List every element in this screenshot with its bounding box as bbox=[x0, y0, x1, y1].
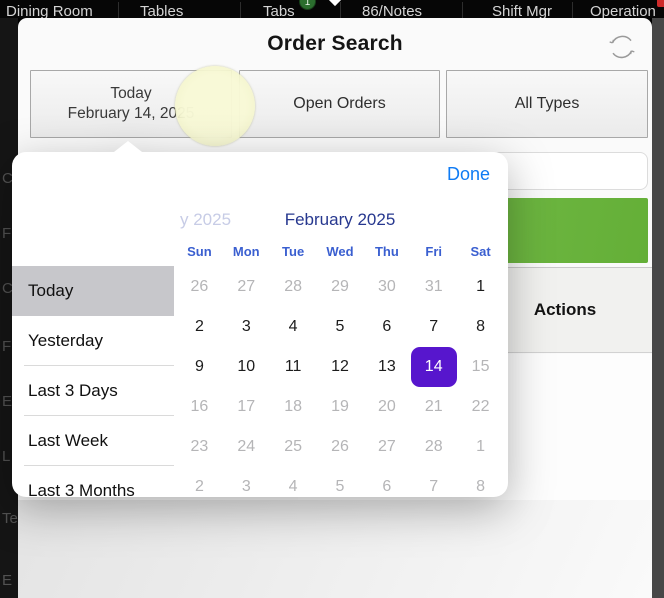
calendar-day: 27 bbox=[223, 267, 270, 307]
dialog-title: Order Search bbox=[18, 32, 652, 56]
calendar-day: 15 bbox=[457, 347, 504, 387]
date-range-line1: Today bbox=[110, 84, 151, 104]
calendar-day: 16 bbox=[176, 387, 223, 427]
calendar-day[interactable]: 8 bbox=[457, 307, 504, 347]
calendar-day: 2 bbox=[176, 467, 223, 497]
month-label: February 2025 bbox=[172, 210, 508, 229]
weekday-label: Wed bbox=[317, 242, 364, 262]
touch-indicator bbox=[175, 66, 255, 146]
nav-separator bbox=[340, 2, 341, 18]
top-nav-bar: Dining Room Tables Tabs 86/Notes Shift Mgr Op… bbox=[0, 0, 664, 18]
corner-notification-badge bbox=[657, 0, 664, 7]
calendar-day: 5 bbox=[317, 467, 364, 497]
calendar-day[interactable]: 10 bbox=[223, 347, 270, 387]
weekday-label: Sat bbox=[457, 242, 504, 262]
order-type-button[interactable]: All Types bbox=[446, 70, 648, 138]
calendar-day[interactable]: 1 bbox=[457, 267, 504, 307]
calendar-day: 22 bbox=[457, 387, 504, 427]
weekday-label: Mon bbox=[223, 242, 270, 262]
calendar-day: 8 bbox=[457, 467, 504, 497]
refresh-icon[interactable] bbox=[604, 28, 640, 64]
nav-separator bbox=[240, 2, 241, 18]
background-text-fragment: E bbox=[2, 572, 12, 589]
weekday-label: Tue bbox=[270, 242, 317, 262]
calendar-day[interactable]: 4 bbox=[270, 307, 317, 347]
weekday-label: Fri bbox=[410, 242, 457, 262]
calendar-day: 30 bbox=[363, 267, 410, 307]
calendar-day[interactable]: 11 bbox=[270, 347, 317, 387]
nav-separator bbox=[118, 2, 119, 18]
background-text-fragment: Te bbox=[2, 510, 18, 527]
preset-today[interactable]: Today bbox=[12, 266, 174, 316]
nav-item-operation[interactable]: Operation bbox=[590, 3, 656, 18]
nav-item-tabs[interactable]: Tabs bbox=[263, 3, 295, 18]
calendar-day: 21 bbox=[410, 387, 457, 427]
calendar-day: 24 bbox=[223, 427, 270, 467]
preset-last-3-days[interactable]: Last 3 Days bbox=[12, 366, 174, 416]
calendar-day: 7 bbox=[410, 467, 457, 497]
dimmed-background-right bbox=[652, 18, 664, 598]
calendar-day: 20 bbox=[363, 387, 410, 427]
background-text-fragment: F bbox=[2, 225, 11, 242]
order-status-button[interactable]: Open Orders bbox=[239, 70, 440, 138]
background-text-fragment: F bbox=[2, 338, 11, 355]
calendar-day: 6 bbox=[363, 467, 410, 497]
calendar-day[interactable]: 9 bbox=[176, 347, 223, 387]
calendar-day[interactable]: 7 bbox=[410, 307, 457, 347]
calendar: y 2025 February 2025 SunMonTueWedThuFriS… bbox=[172, 152, 508, 497]
calendar-day[interactable]: 6 bbox=[363, 307, 410, 347]
calendar-day-selected[interactable]: 14 bbox=[411, 347, 457, 387]
calendar-day: 25 bbox=[270, 427, 317, 467]
tabs-count-badge: 1 bbox=[299, 0, 316, 10]
popover-arrow bbox=[114, 141, 142, 152]
background-text-fragment: L bbox=[2, 448, 10, 465]
calendar-day: 4 bbox=[270, 467, 317, 497]
weekday-header-row: SunMonTueWedThuFriSat bbox=[176, 242, 504, 262]
calendar-day: 31 bbox=[410, 267, 457, 307]
preset-last-week[interactable]: Last Week bbox=[12, 416, 174, 466]
actions-header: Actions bbox=[488, 268, 642, 352]
weekday-label: Sun bbox=[176, 242, 223, 262]
calendar-day: 27 bbox=[363, 427, 410, 467]
nav-item-dining-room[interactable]: Dining Room bbox=[6, 3, 93, 18]
nav-separator bbox=[462, 2, 463, 18]
date-picker-popover: Done TodayYesterdayLast 3 DaysLast WeekL… bbox=[12, 152, 508, 497]
date-preset-list: TodayYesterdayLast 3 DaysLast WeekLast 3… bbox=[12, 266, 174, 497]
calendar-day: 26 bbox=[176, 267, 223, 307]
calendar-day[interactable]: 13 bbox=[363, 347, 410, 387]
nav-separator bbox=[572, 2, 573, 18]
popover-body: Done TodayYesterdayLast 3 DaysLast WeekL… bbox=[12, 152, 508, 497]
preset-last-3-months[interactable]: Last 3 Months bbox=[12, 466, 174, 497]
background-text-fragment: E bbox=[2, 393, 12, 410]
nav-item-86-notes[interactable]: 86/Notes bbox=[362, 3, 422, 18]
calendar-day: 26 bbox=[317, 427, 364, 467]
nav-item-tables[interactable]: Tables bbox=[140, 3, 183, 18]
calendar-day[interactable]: 2 bbox=[176, 307, 223, 347]
calendar-day-grid: 2627282930311234567891011121314151617181… bbox=[176, 267, 504, 497]
calendar-day: 3 bbox=[223, 467, 270, 497]
calendar-day: 29 bbox=[317, 267, 364, 307]
calendar-day: 28 bbox=[410, 427, 457, 467]
weekday-label: Thu bbox=[363, 242, 410, 262]
calendar-day[interactable]: 5 bbox=[317, 307, 364, 347]
calendar-day: 28 bbox=[270, 267, 317, 307]
calendar-day: 17 bbox=[223, 387, 270, 427]
calendar-day: 18 bbox=[270, 387, 317, 427]
calendar-day: 23 bbox=[176, 427, 223, 467]
dialog-lower-area bbox=[18, 500, 652, 598]
nav-item-shift-mgr[interactable]: Shift Mgr bbox=[492, 3, 552, 18]
calendar-day[interactable]: 3 bbox=[223, 307, 270, 347]
calendar-day: 1 bbox=[457, 427, 504, 467]
preset-yesterday[interactable]: Yesterday bbox=[12, 316, 174, 366]
calendar-day: 19 bbox=[317, 387, 364, 427]
calendar-day[interactable]: 12 bbox=[317, 347, 364, 387]
